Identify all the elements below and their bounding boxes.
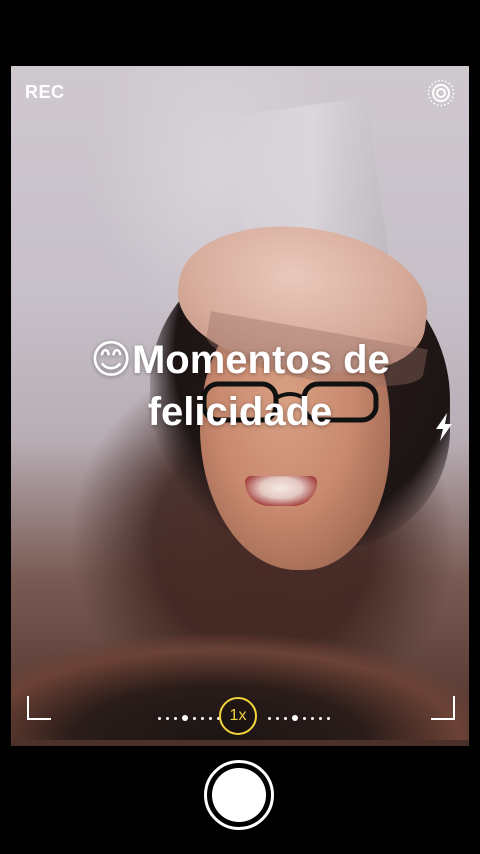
frame-corner-bottom-right [431,696,455,720]
photo-smile [245,476,317,506]
live-photo-icon[interactable] [427,79,455,107]
zoom-dots-right [268,715,330,721]
zoom-dots-left [158,715,220,721]
caption-line-1: Momentos de [131,338,390,382]
frame-corner-bottom-left [27,696,51,720]
zoom-button[interactable]: 1x [219,697,257,735]
zoom-control[interactable]: 1x [150,697,330,737]
caption-text: 😊Momentos de felicidade [0,334,480,438]
smile-emoji-icon: 😊 [90,337,132,383]
shutter-button[interactable] [212,768,266,822]
caption-line-2: felicidade [147,390,333,434]
rec-indicator: REC [25,82,65,102]
